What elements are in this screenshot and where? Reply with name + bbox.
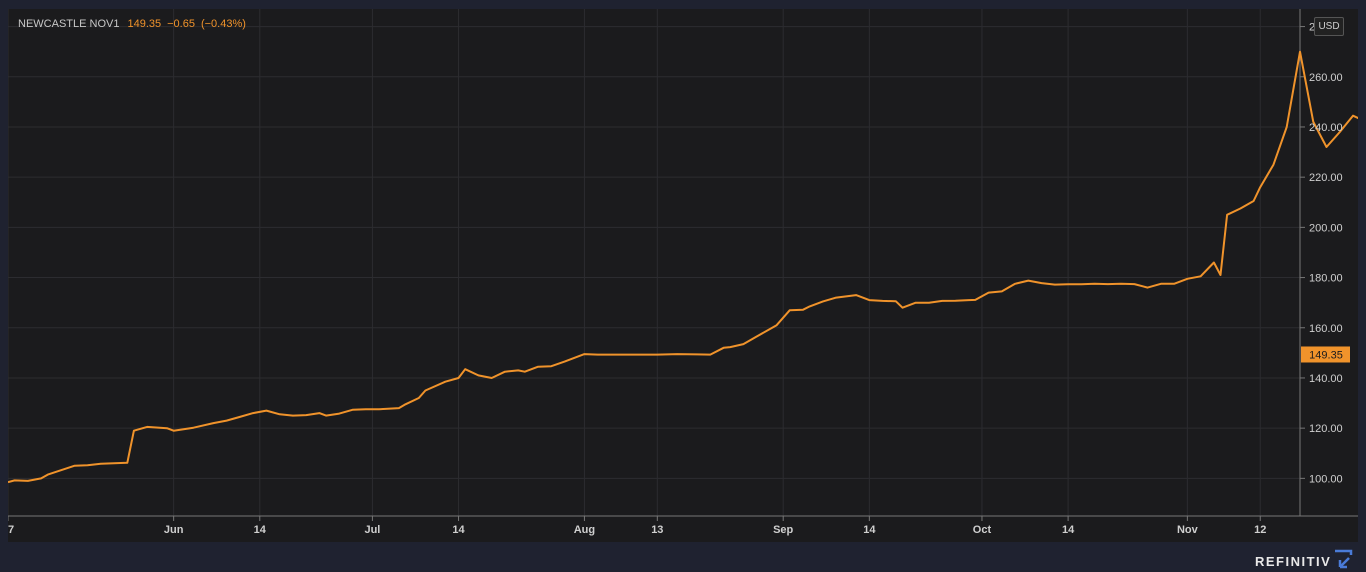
x-tick-label: 12 <box>1254 524 1266 536</box>
y-tick-label: 140.00 <box>1309 373 1343 385</box>
x-tick-label: Jun <box>164 524 184 536</box>
axis-labels: 100.00 120.00 140.00 160.00 180.00 200.00 220.… <box>8 22 1350 536</box>
last-price: 149.35 <box>127 18 162 30</box>
symbol-legend: NEWCASTLE NOV1 149.35 −0.65 (−0.43%) <box>18 18 252 30</box>
x-tick-label: Sep <box>773 524 793 536</box>
y-tick-label: 120.00 <box>1309 423 1343 435</box>
axes <box>8 9 1358 521</box>
x-tick-label: Jul <box>364 524 380 536</box>
x-tick-label: 14 <box>863 524 876 536</box>
x-tick-label: Nov <box>1177 524 1199 536</box>
x-tick-label: 13 <box>651 524 663 536</box>
x-tick-label: 14 <box>254 524 267 536</box>
refinitiv-logo-icon <box>1335 549 1353 569</box>
price-line-chart[interactable]: 100.00 120.00 140.00 160.00 180.00 200.00 220.… <box>8 9 1358 542</box>
brand-logo-text: REFINITIV <box>1255 554 1332 569</box>
chart-panel[interactable]: 100.00 120.00 140.00 160.00 180.00 200.00 220.… <box>8 9 1358 542</box>
price-change-pct: (−0.43%) <box>200 18 246 30</box>
y-tick-label: 200.00 <box>1309 222 1343 234</box>
y-tick-label: 260.00 <box>1309 72 1343 84</box>
grid-lines <box>8 9 1300 516</box>
y-tick-label: 180.00 <box>1309 273 1343 285</box>
x-tick-label: 14 <box>1062 524 1075 536</box>
last-price-tag-label: 149.35 <box>1309 349 1343 361</box>
price-change: −0.65 <box>167 18 195 30</box>
y-tick-label: 220.00 <box>1309 172 1343 184</box>
x-tick-label: Oct <box>973 524 992 536</box>
x-tick-label: 7 <box>8 524 14 536</box>
series-layer <box>8 50 1358 484</box>
y-tick-label: 160.00 <box>1309 323 1343 335</box>
y-tick-label: 100.00 <box>1309 473 1343 485</box>
symbol-name: NEWCASTLE NOV1 <box>18 18 120 30</box>
x-tick-label: 14 <box>452 524 465 536</box>
currency-button[interactable]: USD <box>1314 17 1344 36</box>
x-tick-label: Aug <box>574 524 595 536</box>
y-tick-label: 240.00 <box>1309 122 1343 134</box>
series-line <box>8 50 1358 484</box>
